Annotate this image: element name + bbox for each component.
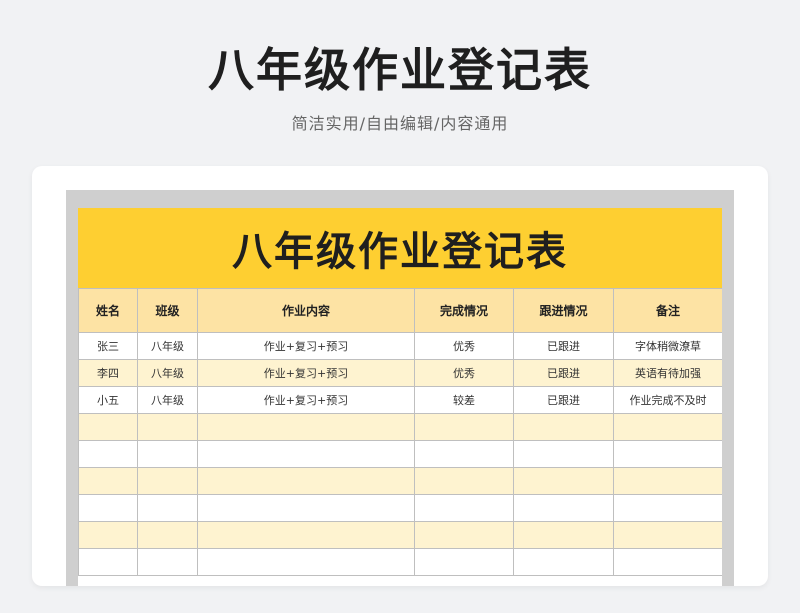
cell-notes[interactable] [613,413,722,441]
cell-class[interactable] [137,440,198,468]
page-title: 八年级作业登记表 [208,43,592,97]
cell-class[interactable] [137,521,198,549]
cell-name[interactable]: 小五 [78,386,138,414]
cell-completion[interactable] [414,521,514,549]
cell-content[interactable] [197,521,415,549]
cell-content[interactable]: 作业+复习+预习 [197,359,415,387]
table-row: 李四 八年级 作业+复习+预习 优秀 已跟进 英语有待加强 [78,359,722,387]
table-row: 张三 八年级 作业+复习+预习 优秀 已跟进 字体稍微潦草 [78,332,722,360]
table-row [78,494,722,522]
spreadsheet: 八年级作业登记表 姓名 班级 作业内容 完成情况 跟进情况 备注 张三 八年级 … [78,208,722,586]
cell-followup[interactable]: 已跟进 [513,332,614,360]
cell-followup[interactable] [513,521,614,549]
cell-notes[interactable]: 英语有待加强 [613,359,722,387]
table-header-row: 姓名 班级 作业内容 完成情况 跟进情况 备注 [78,288,722,333]
cell-completion[interactable]: 优秀 [414,332,514,360]
cell-name[interactable] [78,494,138,522]
column-header-name[interactable]: 姓名 [78,288,138,333]
cell-notes[interactable] [613,440,722,468]
cell-content[interactable]: 作业+复习+预习 [197,386,415,414]
cell-name[interactable]: 张三 [78,332,138,360]
cell-notes[interactable] [613,467,722,495]
table-row [78,413,722,441]
cell-content[interactable] [197,548,415,576]
cell-followup[interactable] [513,440,614,468]
cell-followup[interactable] [513,548,614,576]
table-row [78,467,722,495]
cell-followup[interactable]: 已跟进 [513,386,614,414]
cell-name[interactable] [78,548,138,576]
cell-class[interactable]: 八年级 [137,386,198,414]
cell-notes[interactable] [613,521,722,549]
cell-content[interactable] [197,413,415,441]
cell-class[interactable] [137,494,198,522]
cell-completion[interactable] [414,467,514,495]
cell-content[interactable] [197,440,415,468]
column-header-content[interactable]: 作业内容 [197,288,415,333]
table-row [78,440,722,468]
cell-notes[interactable]: 作业完成不及时 [613,386,722,414]
cell-name[interactable]: 李四 [78,359,138,387]
cell-notes[interactable]: 字体稍微潦草 [613,332,722,360]
cell-name[interactable] [78,521,138,549]
cell-followup[interactable] [513,494,614,522]
cell-class[interactable] [137,548,198,576]
page-subtitle: 简洁实用/自由编辑/内容通用 [291,114,509,133]
cell-class[interactable]: 八年级 [137,359,198,387]
cell-notes[interactable] [613,494,722,522]
column-header-completion[interactable]: 完成情况 [414,288,514,333]
sheet-banner-title: 八年级作业登记表 [78,208,722,288]
cell-name[interactable] [78,467,138,495]
cell-name[interactable] [78,440,138,468]
cell-notes[interactable] [613,548,722,576]
column-header-class[interactable]: 班级 [137,288,198,333]
cell-content[interactable] [197,494,415,522]
cell-content[interactable] [197,467,415,495]
cell-completion[interactable] [414,413,514,441]
cell-followup[interactable]: 已跟进 [513,359,614,387]
cell-completion[interactable]: 较差 [414,386,514,414]
cell-followup[interactable] [513,467,614,495]
table-row [78,521,722,549]
cell-class[interactable] [137,413,198,441]
cell-followup[interactable] [513,413,614,441]
column-header-notes[interactable]: 备注 [613,288,722,333]
cell-completion[interactable] [414,548,514,576]
cell-completion[interactable] [414,494,514,522]
cell-completion[interactable] [414,440,514,468]
table-row [78,548,722,576]
preview-card: 八年级作业登记表 姓名 班级 作业内容 完成情况 跟进情况 备注 张三 八年级 … [32,166,768,586]
column-header-followup[interactable]: 跟进情况 [513,288,614,333]
spreadsheet-frame: 八年级作业登记表 姓名 班级 作业内容 完成情况 跟进情况 备注 张三 八年级 … [66,190,734,586]
cell-class[interactable] [137,467,198,495]
homework-table: 姓名 班级 作业内容 完成情况 跟进情况 备注 张三 八年级 作业+复习+预习 … [78,288,722,576]
cell-content[interactable]: 作业+复习+预习 [197,332,415,360]
cell-completion[interactable]: 优秀 [414,359,514,387]
cell-name[interactable] [78,413,138,441]
table-row: 小五 八年级 作业+复习+预习 较差 已跟进 作业完成不及时 [78,386,722,414]
cell-class[interactable]: 八年级 [137,332,198,360]
